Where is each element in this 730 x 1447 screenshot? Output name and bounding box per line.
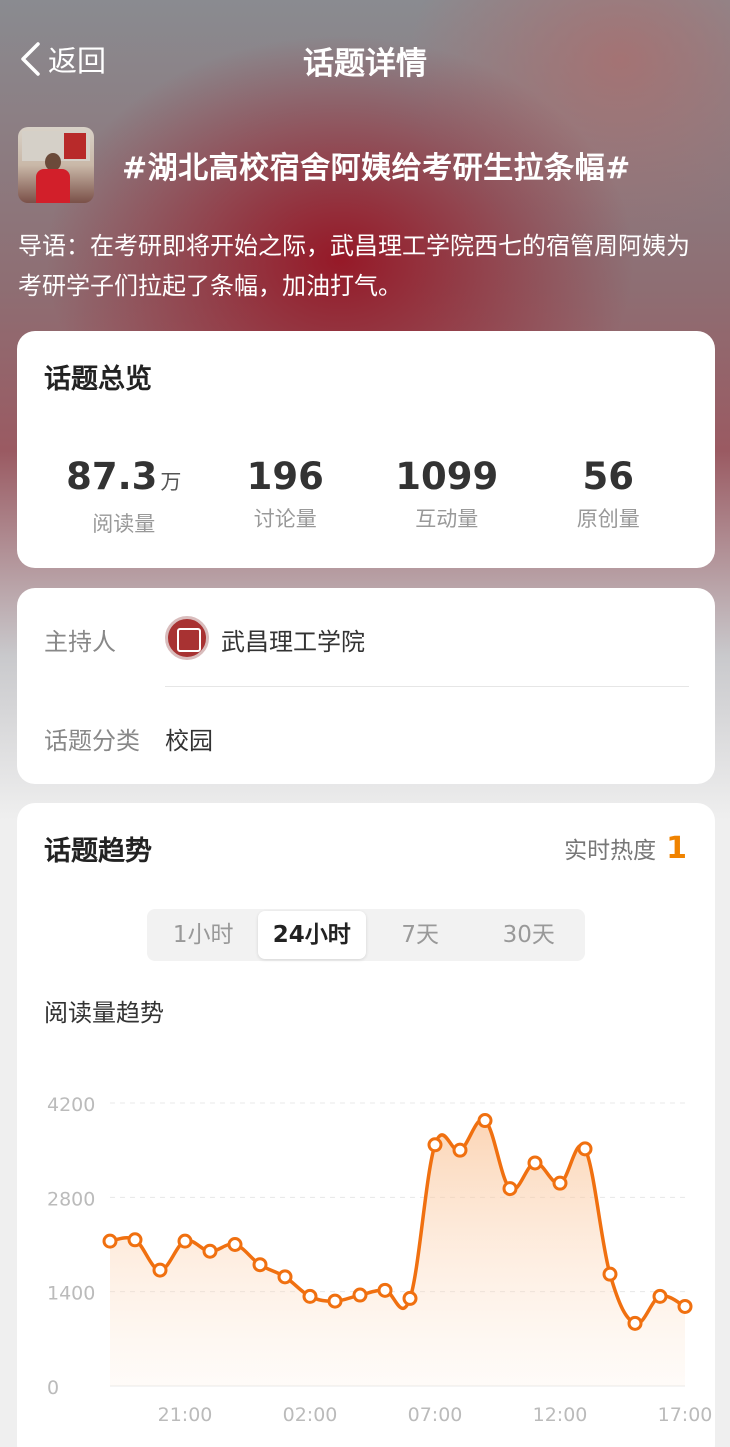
x-tick-label: 02:00 xyxy=(283,1404,338,1426)
trend-title: 话题趋势 xyxy=(44,836,152,867)
data-point xyxy=(627,1315,643,1331)
topic-title: #湖北高校宿舍阿姨给考研生拉条幅# xyxy=(122,151,631,186)
data-point xyxy=(377,1282,393,1298)
data-point xyxy=(552,1175,568,1191)
data-point xyxy=(327,1293,343,1309)
data-point xyxy=(577,1141,593,1157)
topic-header: #湖北高校宿舍阿姨给考研生拉条幅# xyxy=(18,127,631,203)
stat-value: 87.3 xyxy=(66,455,158,498)
stat-unit: 万 xyxy=(160,470,182,494)
category-label: 话题分类 xyxy=(44,727,140,755)
topic-thumbnail[interactable] xyxy=(18,127,94,203)
host-logo-icon[interactable] xyxy=(165,616,209,660)
thumbnail-person xyxy=(36,153,70,203)
x-tick-label: 07:00 xyxy=(408,1404,463,1426)
data-point xyxy=(252,1257,268,1273)
data-point xyxy=(302,1288,318,1304)
data-point xyxy=(402,1290,418,1306)
x-tick-label: 17:00 xyxy=(658,1404,713,1426)
data-point xyxy=(652,1288,668,1304)
data-point xyxy=(102,1233,118,1249)
stat-value: 1099 xyxy=(395,455,499,498)
overview-card: 话题总览 87.3 万 阅读量 196 讨论量 1099 互动量 56 原创量 xyxy=(17,331,715,568)
nav-bar: 返回 话题详情 xyxy=(0,22,730,92)
data-point xyxy=(452,1142,468,1158)
data-point xyxy=(177,1233,193,1249)
tab-24h[interactable]: 24小时 xyxy=(257,911,366,959)
data-point xyxy=(477,1113,493,1129)
data-point xyxy=(202,1243,218,1259)
x-tick-label: 21:00 xyxy=(158,1404,213,1426)
chart-title: 阅读量趋势 xyxy=(44,999,164,1027)
data-point xyxy=(527,1155,543,1171)
stat-originals: 56 原创量 xyxy=(528,455,690,538)
data-point xyxy=(677,1298,693,1314)
stat-label: 讨论量 xyxy=(253,507,317,531)
trend-card: 话题趋势 实时热度 1 1小时 24小时 7天 30天 阅读量趋势 0 1400 2… xyxy=(17,803,715,1447)
stat-label: 原创量 xyxy=(576,507,640,531)
time-range-tabs: 1小时 24小时 7天 30天 xyxy=(147,909,585,961)
y-tick-label: 2800 xyxy=(47,1188,95,1210)
stat-reads: 87.3 万 阅读量 xyxy=(43,455,205,538)
divider xyxy=(165,686,689,687)
stat-value: 56 xyxy=(582,455,635,498)
data-point xyxy=(352,1287,368,1303)
tab-30d[interactable]: 30天 xyxy=(475,911,584,959)
y-tick-label: 0 xyxy=(47,1377,59,1399)
data-point xyxy=(427,1137,443,1153)
stat-value: 196 xyxy=(246,455,324,498)
data-point xyxy=(152,1262,168,1278)
data-point xyxy=(127,1232,143,1248)
y-tick-label: 1400 xyxy=(47,1283,95,1305)
data-point xyxy=(227,1237,243,1252)
stats-row: 87.3 万 阅读量 196 讨论量 1099 互动量 56 原创量 xyxy=(43,455,689,538)
info-card: 主持人 武昌理工学院 话题分类 校园 xyxy=(17,588,715,784)
reads-trend-chart: 0 1400 2800 4200 21:00 02:00 07:00 12:00 17:00 xyxy=(47,1094,713,1426)
area-fill xyxy=(110,1119,685,1386)
page-title: 话题详情 xyxy=(303,46,427,82)
y-tick-label: 4200 xyxy=(47,1094,95,1116)
stat-label: 阅读量 xyxy=(92,512,156,536)
topic-intro: 导语：在考研即将开始之际，武昌理工学院西七的宿管周阿姨为考研学子们拉起了条幅，加… xyxy=(18,232,690,300)
host-label: 主持人 xyxy=(44,628,116,656)
data-point xyxy=(277,1269,293,1285)
stat-discussions: 196 讨论量 xyxy=(205,455,367,538)
hot-value: 1 xyxy=(666,831,687,866)
stat-label: 互动量 xyxy=(415,507,479,531)
data-point xyxy=(602,1266,618,1282)
page: 返回 话题详情 #湖北高校宿舍阿姨给考研生拉条幅# 导语：在考研即将开始之际，武… xyxy=(0,0,730,1447)
x-tick-label: 12:00 xyxy=(533,1404,588,1426)
stat-interactions: 1099 互动量 xyxy=(366,455,528,538)
tab-1h[interactable]: 1小时 xyxy=(149,911,258,959)
hot-label: 实时热度 xyxy=(564,838,657,864)
data-point xyxy=(502,1181,518,1197)
overview-title: 话题总览 xyxy=(44,364,152,395)
category-value: 校园 xyxy=(165,727,213,755)
tab-7d[interactable]: 7天 xyxy=(366,911,475,959)
hot-indicator: 实时热度 1 xyxy=(564,831,687,866)
host-name-link[interactable]: 武昌理工学院 xyxy=(221,622,365,657)
